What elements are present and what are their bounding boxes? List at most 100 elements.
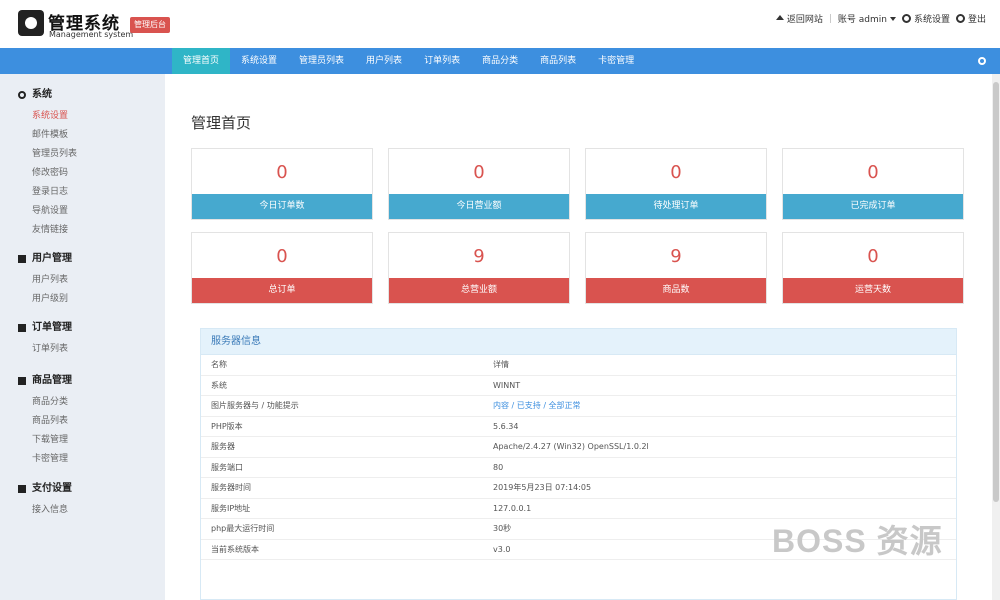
stat-label: 总营业额	[389, 278, 569, 303]
sidebar-group-title[interactable]: 支付设置	[0, 480, 165, 498]
tab-5[interactable]: 商品分类	[471, 48, 529, 74]
stat-card[interactable]: 9 总营业额	[388, 232, 570, 304]
logo[interactable]: 管理系统 Management system	[18, 8, 133, 40]
sidebar-group-label: 系统	[32, 89, 52, 100]
tab-3[interactable]: 用户列表	[355, 48, 413, 74]
stat-value: 9	[670, 246, 682, 267]
cat-logo-icon	[18, 10, 44, 36]
user-icon	[18, 255, 26, 263]
row-key: 系统	[211, 380, 227, 390]
tab-4[interactable]: 订单列表	[413, 48, 471, 74]
table-row: 系统 WINNT	[201, 376, 956, 396]
main-nav-tabs: 管理首页 系统设置 管理员列表 用户列表 订单列表 商品分类 商品列表 卡密管理	[172, 48, 645, 74]
sidebar-group-label: 订单管理	[32, 322, 72, 333]
table-row: 服务端口 80	[201, 458, 956, 478]
sidebar-item[interactable]: 接入信息	[0, 501, 165, 520]
account-label: 账号 admin	[837, 15, 887, 25]
sidebar-group: 商品管理商品分类 商品列表 下载管理 卡密管理	[0, 372, 165, 469]
sidebar-item[interactable]: 商品分类	[0, 393, 165, 412]
row-key: 服务IP地址	[211, 503, 251, 513]
sidebar-item[interactable]: 友情链接	[0, 221, 165, 240]
logout-link-label: 登出	[967, 15, 986, 25]
cart-icon	[18, 377, 26, 385]
logo-subtitle: Management system	[49, 30, 134, 39]
card-icon	[18, 485, 26, 493]
gear-icon	[901, 14, 911, 23]
settings-link[interactable]: 系统设置	[901, 12, 950, 25]
account-menu[interactable]: 账号 admin	[838, 12, 896, 25]
sidebar-group-title[interactable]: 商品管理	[0, 372, 165, 390]
stat-value: 9	[473, 246, 485, 267]
watermark: BOSS 资源	[772, 523, 943, 559]
sidebar-group-label: 用户管理	[32, 253, 72, 264]
table-row: 服务器 Apache/2.4.27 (Win32) OpenSSL/1.0.2l	[201, 437, 956, 458]
sidebar-item[interactable]: 修改密码	[0, 164, 165, 183]
page-scrollbar[interactable]	[992, 74, 1000, 600]
row-key: 名称	[211, 360, 227, 369]
main-nav-bar: 管理首页 系统设置 管理员列表 用户列表 订单列表 商品分类 商品列表 卡密管理	[0, 48, 1000, 74]
tab-0[interactable]: 管理首页	[172, 48, 231, 74]
row-value: Apache/2.4.27 (Win32) OpenSSL/1.0.2l	[493, 442, 649, 451]
row-value: v3.0	[493, 544, 511, 554]
stat-value: 0	[867, 246, 879, 267]
stat-card[interactable]: 0 已完成订单	[782, 148, 964, 220]
stat-value: 0	[670, 162, 682, 183]
sidebar-item[interactable]: 管理员列表	[0, 145, 165, 164]
caret-down-icon	[889, 17, 896, 21]
stat-card[interactable]: 0 今日订单数	[191, 148, 373, 220]
stat-card[interactable]: 0 今日营业额	[388, 148, 570, 220]
stat-label: 总订单	[192, 278, 372, 303]
sidebar-group-title[interactable]: 用户管理	[0, 250, 165, 268]
sidebar-item[interactable]: 登录日志	[0, 183, 165, 202]
sidebar-group: 订单管理订单列表	[0, 319, 165, 359]
row-value: 80	[493, 462, 504, 472]
row-value: 2019年5月23日 07:14:05	[493, 483, 592, 492]
sidebar-item[interactable]: 系统设置	[0, 107, 165, 126]
row-key: 图片服务器与 / 功能提示	[211, 401, 299, 410]
logout-link[interactable]: 登出	[955, 12, 986, 25]
home-link[interactable]: 返回网站	[775, 12, 823, 25]
stat-card[interactable]: 0 待处理订单	[585, 148, 767, 220]
sidebar-group: 用户管理用户列表 用户级别	[0, 250, 165, 309]
sidebar-item[interactable]: 商品列表	[0, 412, 165, 431]
nav-settings-icon[interactable]	[978, 57, 986, 65]
tab-2[interactable]: 管理员列表	[288, 48, 355, 74]
stat-card[interactable]: 0 总订单	[191, 232, 373, 304]
scrollbar-thumb[interactable]	[993, 82, 999, 502]
sidebar-item[interactable]: 用户列表	[0, 271, 165, 290]
table-row: PHP版本 5.6.34	[201, 417, 956, 437]
tab-1[interactable]: 系统设置	[230, 48, 288, 74]
sidebar-item[interactable]: 导航设置	[0, 202, 165, 221]
row-value: 5.6.34	[493, 421, 519, 431]
stat-card[interactable]: 9 商品数	[585, 232, 767, 304]
tab-7[interactable]: 卡密管理	[587, 48, 645, 74]
stat-value: 0	[276, 162, 288, 183]
row-key: php最大运行时间	[211, 524, 275, 533]
list-icon	[18, 324, 26, 332]
stat-label: 待处理订单	[586, 194, 766, 219]
stat-card[interactable]: 0 运营天数	[782, 232, 964, 304]
stat-label: 商品数	[586, 278, 766, 303]
row-key: PHP版本	[211, 421, 243, 431]
divider: |	[828, 13, 832, 24]
sidebar-item[interactable]: 订单列表	[0, 340, 165, 359]
home-link-label: 返回网站	[786, 15, 823, 25]
sidebar-item[interactable]: 卡密管理	[0, 450, 165, 469]
row-key: 当前系统版本	[211, 544, 259, 554]
admin-badge: 管理后台	[130, 17, 170, 33]
sidebar-item[interactable]: 用户级别	[0, 290, 165, 309]
tab-6[interactable]: 商品列表	[529, 48, 587, 74]
sidebar-group-title[interactable]: 订单管理	[0, 319, 165, 337]
app-header: 管理系统 Management system 管理后台 返回网站 | 账号 ad…	[0, 0, 1000, 46]
stat-value: 0	[276, 246, 288, 267]
stat-label: 已完成订单	[783, 194, 963, 219]
sidebar-item[interactable]: 邮件模板	[0, 126, 165, 145]
table-row: 图片服务器与 / 功能提示 内容 / 已支持 / 全部正常	[201, 396, 956, 417]
row-key: 服务器时间	[211, 483, 251, 492]
sidebar: 系统系统设置 邮件模板 管理员列表 修改密码 登录日志 导航设置 友情链接用户管理用户列表用…	[0, 74, 165, 600]
server-info-title: 服务器信息	[201, 329, 956, 355]
sidebar-group-title[interactable]: 系统	[0, 86, 165, 104]
sidebar-item[interactable]: 下载管理	[0, 431, 165, 450]
sidebar-group: 支付设置 接入信息	[0, 480, 165, 520]
table-row: 服务器时间 2019年5月23日 07:14:05	[201, 478, 956, 499]
